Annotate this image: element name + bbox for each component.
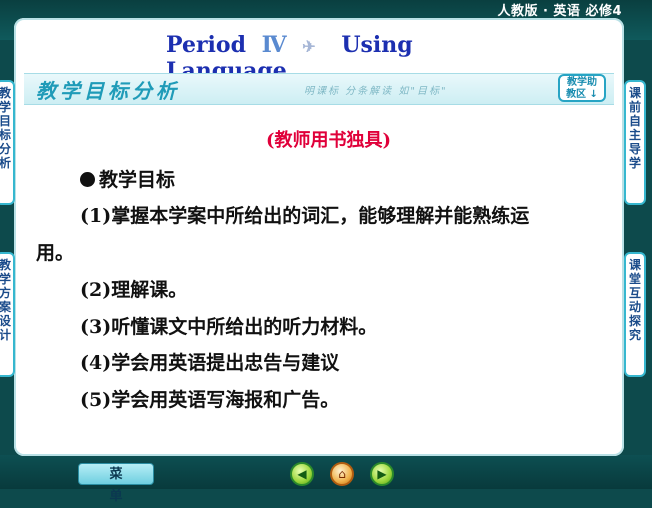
side-tab-label: 课 前 自 主 导 学 [628,86,641,170]
section-bar: 教学目标分析 明课标 分条解读 如"目标" 教学助 教区 ↓ [24,73,614,105]
side-tab-label: 教 学 目 标 分 析 [0,86,11,170]
book-label: 人教版 · 英语 必修4 [497,4,622,19]
arrow-left-icon[interactable]: ◀ [290,462,314,486]
exclusive-note: (教师用书独具) [266,130,392,151]
bird-decoration-icon: ✈ [302,37,316,56]
bullet-icon [80,172,95,187]
side-tab-label: 教 学 方 案 设 计 [0,258,11,342]
home-icon[interactable]: ⌂ [330,462,354,486]
teaching-assist-button[interactable]: 教学助 教区 ↓ [558,74,606,102]
goal-line: (5)学会用英语写海报和广告。 [80,389,340,411]
side-tab-class-interaction[interactable]: 课 堂 互 动 探 究 [624,252,646,377]
title-numeral: Ⅳ [261,32,287,58]
goal-line: (2)理解课。 [80,279,188,301]
section-title: 教学目标分析 [36,79,180,103]
goals-heading: 教学目标 [80,165,175,192]
goal-line: (1)掌握本学案中所给出的词汇，能够理解并能熟练运 [80,205,530,227]
side-tab-preview-study[interactable]: 课 前 自 主 导 学 [624,80,646,205]
goal-line: (3)听懂课文中所给出的听力材料。 [80,316,378,338]
goal-line: 用。 [36,242,75,264]
title-period: Period [166,32,246,58]
section-subtitle: 明课标 分条解读 如"目标" [304,86,448,97]
goals-heading-text: 教学目标 [99,169,176,191]
arrow-right-icon[interactable]: ▶ [370,462,394,486]
goal-line: (4)学会用英语提出忠告与建议 [80,352,340,374]
side-tab-teaching-plan[interactable]: 教 学 方 案 设 计 [0,252,15,377]
menu-button[interactable]: 菜单 [78,463,154,504]
side-tab-label: 课 堂 互 动 探 究 [628,258,641,342]
side-tab-teaching-goals[interactable]: 教 学 目 标 分 析 [0,80,15,205]
